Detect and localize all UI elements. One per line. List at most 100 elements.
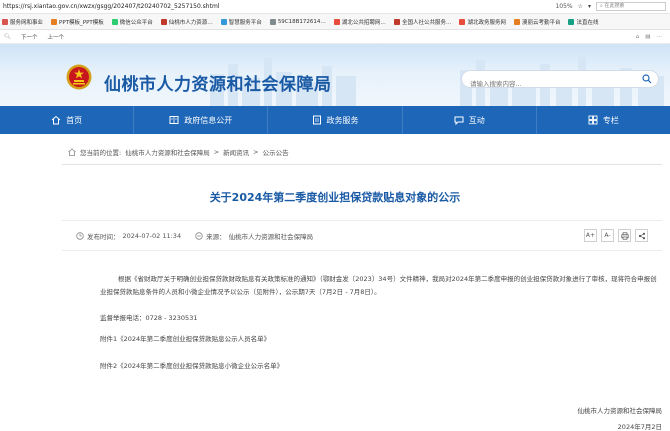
bookmark-favicon-icon xyxy=(269,18,276,25)
browser-address-bar[interactable]: https://rsj.xiantao.gov.cn/xwzx/gsgg/202… xyxy=(0,0,670,14)
bookmark-label: 59C18B172614… xyxy=(277,18,326,25)
article-tools: A+ A- xyxy=(584,229,648,242)
divider xyxy=(62,164,662,165)
bookmark-favicon-icon xyxy=(393,18,400,25)
browser-home-icon[interactable]: ⌂ xyxy=(636,34,640,40)
print-icon xyxy=(620,231,629,240)
home-icon xyxy=(51,115,61,125)
bookmark-item[interactable]: 湖北公共招聘网… xyxy=(333,18,386,26)
bookmark-label: 澳丽云考勤平台 xyxy=(521,19,561,26)
location-home-icon xyxy=(68,148,76,156)
site-title: 仙桃市人力资源和社会保障局 xyxy=(104,75,332,95)
nav-label: 互动 xyxy=(468,115,485,125)
breadcrumb-prefix: 您当前的位置: xyxy=(80,149,122,157)
hotline-text: 监督举报电话：0728 - 3230531 xyxy=(100,314,198,322)
bookmark-item[interactable]: 智慧服务平台 xyxy=(220,18,262,26)
clock-icon xyxy=(76,232,84,240)
article-paragraph: 根据《省财政厅关于明确创业担保贷款财政贴息有关政策标准的通知》（鄂财金发〔202… xyxy=(100,275,657,296)
browser-search-icon: ⌕ xyxy=(600,3,603,9)
font-increase-button[interactable]: A+ xyxy=(584,229,597,242)
bookmark-label: 仙桃市人力资源… xyxy=(168,19,213,26)
nav-item-info-disclosure[interactable]: 政府信息公开 xyxy=(134,106,269,134)
bookmark-item[interactable]: 微信公众平台 xyxy=(111,18,153,26)
article-title: 关于2024年第二季度创业担保贷款贴息对象的公示 xyxy=(209,191,461,204)
attachment-2-link[interactable]: 附件2《2024年第二季度创业担保贷款贴息小微企业公示名单》 xyxy=(100,360,660,373)
bookmark-favicon-icon xyxy=(513,18,520,25)
browser-right-tools: 105% ☆ ▾ ⌕ 在此搜索 xyxy=(555,2,666,11)
browser-search-placeholder: 在此搜索 xyxy=(604,3,625,9)
font-decrease-button[interactable]: A- xyxy=(601,229,614,242)
print-button[interactable] xyxy=(618,229,631,242)
bookmark-item[interactable]: 法直在线 xyxy=(568,18,599,26)
find-bar: 🔍︎ 下一个 上一个 ⌂ ▤ ⋯ xyxy=(0,30,670,44)
bookmark-label: 法直在线 xyxy=(576,19,599,26)
breadcrumb-link-home[interactable]: 仙桃市人力资源和社会保障局 xyxy=(125,147,210,157)
bookmark-item[interactable]: 59C18B172614… xyxy=(269,18,326,25)
bookmark-item[interactable]: 全国人社公共服务… xyxy=(393,18,452,26)
article-content: 您当前的位置: 仙桃市人力资源和社会保障局 > 新闻资讯 > 公示公告 关于20… xyxy=(0,134,670,431)
nav-item-home[interactable]: 首页 xyxy=(0,106,135,134)
bookmark-star-icon[interactable]: ☆ xyxy=(578,3,583,10)
zoom-level[interactable]: 105% xyxy=(555,3,572,10)
bookmark-label: PPT模板_PPT模板 xyxy=(59,19,104,26)
browser-search-input[interactable]: ⌕ 在此搜索 xyxy=(596,2,666,11)
bookmark-favicon-icon xyxy=(220,18,227,25)
bookmark-item[interactable]: 澳丽云考勤平台 xyxy=(513,18,561,26)
doc-icon xyxy=(169,116,179,124)
signature-org: 仙桃市人力资源和社会保障局 xyxy=(577,407,663,415)
breadcrumb-link-announcements[interactable]: 公示公告 xyxy=(263,147,289,157)
bookmark-item[interactable]: PPT模板_PPT模板 xyxy=(51,18,104,26)
breadcrumb: 您当前的位置: 仙桃市人力资源和社会保障局 > 新闻资讯 > 公示公告 xyxy=(68,147,289,157)
share-icon xyxy=(638,232,645,239)
nav-item-services[interactable]: 政务服务 xyxy=(268,106,403,134)
nav-label: 政府信息公开 xyxy=(184,115,233,125)
publish-time-label: 发布时间： xyxy=(87,233,120,241)
site-search-input[interactable] xyxy=(470,76,640,92)
nav-label: 首页 xyxy=(66,115,83,125)
nav-item-interaction[interactable]: 互动 xyxy=(403,106,537,134)
bookmark-label: 微信公众平台 xyxy=(119,19,153,26)
nav-label: 专栏 xyxy=(602,115,619,125)
bookmark-label: 服务网和事业 xyxy=(10,19,44,26)
publish-time: 发布时间： 2024-07-02 11:34 xyxy=(76,231,181,241)
share-button[interactable] xyxy=(635,229,648,242)
source-value: 仙桃市人力资源和社会保障局 xyxy=(228,233,314,241)
divider xyxy=(62,250,662,251)
breadcrumb-separator: > xyxy=(253,148,259,156)
find-next-button[interactable]: 下一个 xyxy=(21,33,38,41)
breadcrumb-link-news[interactable]: 新闻资讯 xyxy=(223,147,249,157)
url-text[interactable]: https://rsj.xiantao.gov.cn/xwzx/gsgg/202… xyxy=(3,3,219,10)
column-icon xyxy=(588,115,598,125)
bookmark-favicon-icon xyxy=(459,18,466,25)
bookmark-favicon-icon xyxy=(111,18,118,25)
bookmark-favicon-icon xyxy=(568,18,575,25)
browser-print-icon[interactable]: ▤ xyxy=(645,34,650,40)
bookmark-item[interactable]: 服务网和事业 xyxy=(2,18,43,26)
bookmark-favicon-icon xyxy=(2,18,8,25)
main-nav: 首页 政府信息公开 政务服务 互动 专栏 xyxy=(0,106,670,134)
dropdown-icon[interactable]: ▾ xyxy=(588,3,591,10)
site-search-box[interactable] xyxy=(461,70,659,92)
breadcrumb-separator: > xyxy=(213,148,220,156)
source: 来源： 仙桃市人力资源和社会保障局 xyxy=(195,231,313,241)
find-input-icon[interactable]: 🔍︎ xyxy=(4,34,11,40)
search-icon[interactable] xyxy=(642,74,652,84)
bookmark-label: 湖北政务服务网 xyxy=(467,19,506,26)
bookmark-label: 全国人社公共服务… xyxy=(401,19,452,26)
attachment-1-link[interactable]: 附件1《2024年第二季度创业担保贷款贴息公示人员名单》 xyxy=(100,333,660,346)
browser-menu-icon[interactable]: ⋯ xyxy=(657,34,663,40)
bookmark-item[interactable]: 湖北政务服务网 xyxy=(459,18,506,26)
find-prev-button[interactable]: 上一个 xyxy=(48,33,65,41)
bookmark-label: 湖北公共招聘网… xyxy=(341,19,386,26)
bookmark-label: 智慧服务平台 xyxy=(228,19,262,26)
publish-time-value: 2024-07-02 11:34 xyxy=(122,232,182,240)
chat-icon xyxy=(454,116,464,125)
nav-label: 政务服务 xyxy=(326,115,359,125)
national-emblem-logo xyxy=(66,64,92,90)
nav-item-column[interactable]: 专栏 xyxy=(537,106,670,134)
source-label: 来源： xyxy=(206,233,226,241)
bookmarks-bar: 服务网和事业 PPT模板_PPT模板 微信公众平台 仙桃市人力资源… 智慧服务平台 59C… xyxy=(0,14,670,30)
source-icon xyxy=(195,232,203,240)
bookmark-item[interactable]: 仙桃市人力资源… xyxy=(160,18,213,26)
service-icon xyxy=(312,115,321,125)
